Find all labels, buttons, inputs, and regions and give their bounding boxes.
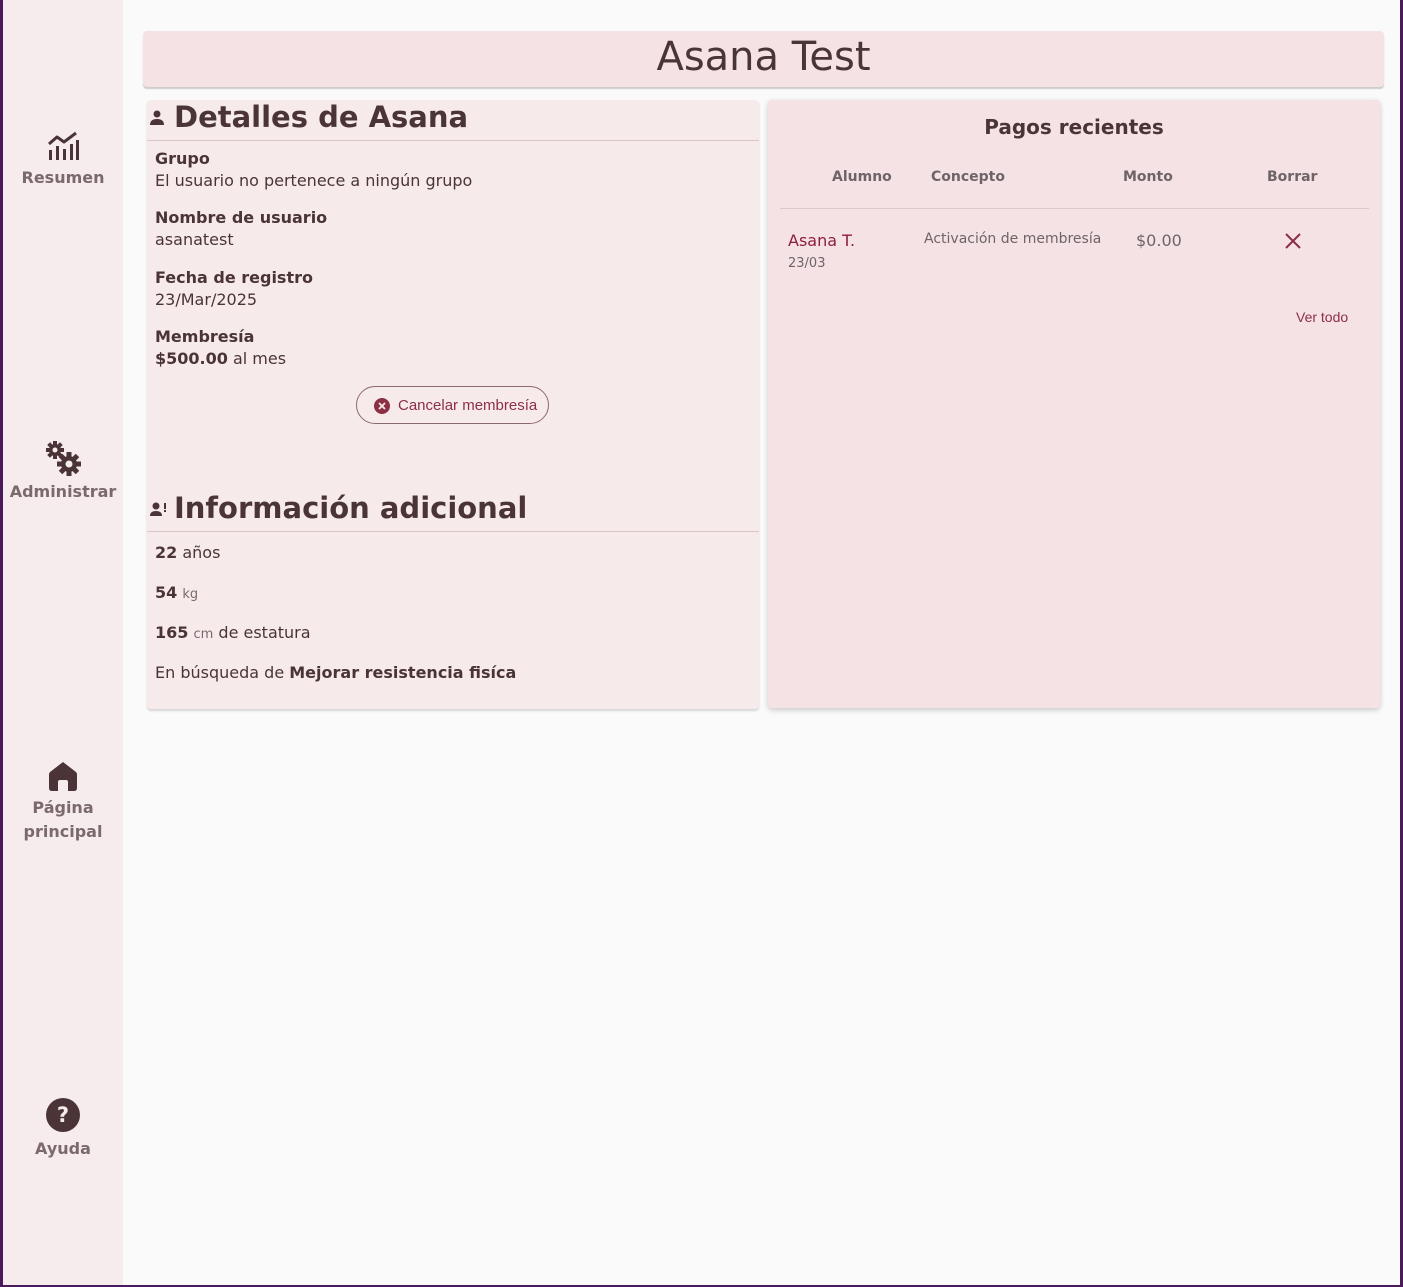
sidebar-item-pagina-principal[interactable]: Página principal <box>3 760 123 844</box>
height-value: 165 <box>155 623 189 642</box>
group-value: El usuario no pertenece a ningún grupo <box>155 171 473 190</box>
age-unit: años <box>182 543 221 562</box>
details-section-header: Detalles de Asana <box>147 100 759 141</box>
height-unit: cm <box>193 627 214 642</box>
delete-payment-icon[interactable] <box>1284 232 1302 250</box>
payment-concept: Activación de membresía <box>924 231 1102 247</box>
group-field: Grupo El usuario no pertenece a ningún g… <box>155 148 472 192</box>
additional-title: Información adicional <box>174 491 528 525</box>
cancel-membership-label: Cancelar membresía <box>398 397 538 414</box>
column-header-alumno: Alumno <box>832 169 892 185</box>
help-icon: ? <box>46 1098 80 1132</box>
sidebar-item-label: Ayuda <box>35 1139 91 1158</box>
membership-period: al mes <box>232 349 287 368</box>
group-label: Grupo <box>155 149 210 168</box>
sidebar-item-administrar[interactable]: Administrar <box>3 440 123 504</box>
person-info-icon <box>150 502 166 516</box>
registration-value: 23/Mar/2025 <box>155 290 258 309</box>
weight-unit: kg <box>182 587 199 602</box>
svg-text:?: ? <box>57 1103 69 1127</box>
goal-prefix: En búsqueda de <box>155 663 285 682</box>
username-field: Nombre de usuario asanatest <box>155 207 327 251</box>
view-all-link[interactable]: Ver todo <box>1296 309 1348 325</box>
column-header-monto: Monto <box>1123 169 1173 185</box>
additional-section-header: Información adicional <box>147 491 759 532</box>
cancel-circle-icon <box>374 398 390 414</box>
sidebar-item-label: Administrar <box>9 482 117 501</box>
home-icon <box>49 762 77 791</box>
table-divider <box>780 208 1369 209</box>
payments-title: Pagos recientes <box>984 115 1164 139</box>
membership-value: $500.00 al mes <box>155 348 286 370</box>
cancel-membership-button[interactable]: Cancelar membresía <box>356 386 549 424</box>
sidebar-item-ayuda[interactable]: ? Ayuda <box>3 1097 123 1161</box>
registration-field: Fecha de registro 23/Mar/2025 <box>155 267 313 311</box>
weight-value: 54 <box>155 583 178 602</box>
column-header-concepto: Concepto <box>931 169 1005 185</box>
chart-line-icon <box>48 131 79 160</box>
membership-field: Membresía $500.00 al mes <box>155 326 286 370</box>
height-suffix: de estatura <box>218 623 311 642</box>
person-icon <box>150 110 164 125</box>
registration-label: Fecha de registro <box>155 268 313 287</box>
app-window: Resumen Administrar Página principal ? A… <box>3 0 1400 1285</box>
page-title: Asana Test <box>143 31 1384 87</box>
age-value: 22 <box>155 543 178 562</box>
column-header-borrar: Borrar <box>1267 169 1318 185</box>
payment-date: 23/03 <box>788 256 826 271</box>
weight-info: 54 kg <box>155 582 198 606</box>
membership-label: Membresía <box>155 327 255 346</box>
gears-icon <box>46 441 81 476</box>
goal-value: Mejorar resistencia fisíca <box>289 663 517 682</box>
age-info: 22 años <box>155 542 220 564</box>
height-info: 165 cm de estatura <box>155 622 311 646</box>
sidebar-item-label: Página principal <box>23 798 103 841</box>
payments-card: Pagos recientes Alumno Concepto Monto Bo… <box>768 100 1380 708</box>
sidebar-item-resumen[interactable]: Resumen <box>3 130 123 190</box>
goal-info: En búsqueda de Mejorar resistencia fisíc… <box>155 662 516 684</box>
details-card: Detalles de Asana Grupo El usuario no pe… <box>147 100 759 709</box>
membership-price: $500.00 <box>155 349 228 368</box>
username-label: Nombre de usuario <box>155 208 328 227</box>
details-title: Detalles de Asana <box>174 100 469 134</box>
payment-amount: $0.00 <box>1136 231 1182 250</box>
username-value: asanatest <box>155 230 234 249</box>
sidebar-item-label: Resumen <box>21 168 105 187</box>
sidebar: Resumen Administrar Página principal ? A… <box>3 0 123 1285</box>
payment-student[interactable]: Asana T. <box>788 231 855 250</box>
